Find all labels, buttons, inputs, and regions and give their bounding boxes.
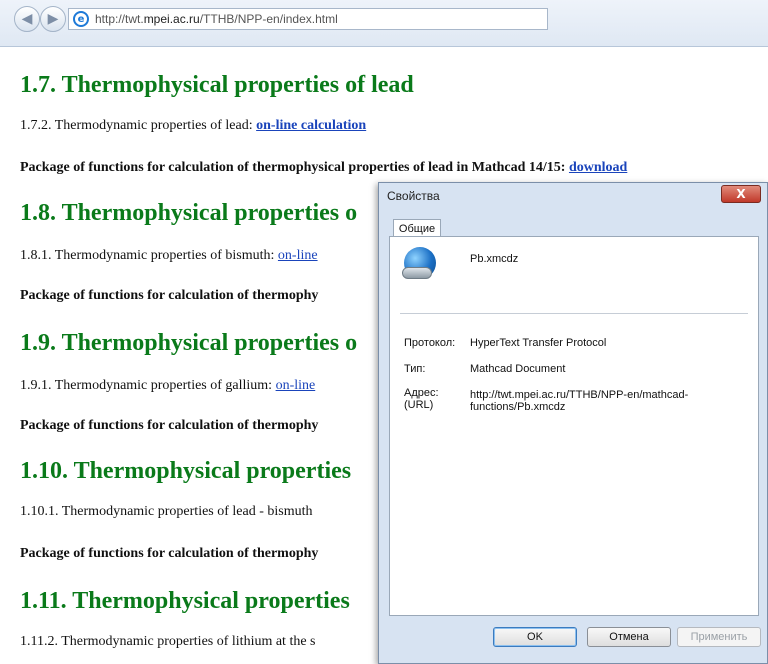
globe-file-icon bbox=[402, 247, 436, 279]
tab-general[interactable]: Общие bbox=[393, 219, 441, 237]
line-1-7-2: 1.7.2. Thermodynamic properties of lead:… bbox=[20, 118, 367, 133]
type-label: Тип: bbox=[404, 363, 426, 375]
line-1-11-2: 1.11.2. Thermodynamic properties of lith… bbox=[20, 634, 316, 649]
protocol-value: HyperText Transfer Protocol bbox=[470, 337, 607, 349]
back-button[interactable]: ◀ bbox=[14, 6, 40, 32]
package-line-1-9: Package of functions for calculation of … bbox=[20, 418, 319, 433]
line-1-8-1: 1.8.1. Thermodynamic properties of bismu… bbox=[20, 248, 318, 263]
arrow-left-icon: ◀ bbox=[21, 11, 33, 27]
address-url: http://twt.mpei.ac.ru/TTHB/NPP-en/index.… bbox=[95, 12, 338, 26]
dialog-title: Свойства bbox=[387, 189, 440, 203]
address-label: Адрес: (URL) bbox=[404, 387, 439, 411]
download-link[interactable]: download bbox=[569, 160, 627, 175]
package-line-1-8: Package of functions for calculation of … bbox=[20, 288, 319, 303]
file-name: Pb.xmcdz bbox=[470, 253, 519, 265]
line-1-10-1: 1.10.1. Thermodynamic properties of lead… bbox=[20, 504, 313, 519]
apply-button[interactable]: Применить bbox=[677, 627, 761, 647]
heading-1-7: 1.7. Thermophysical properties of lead bbox=[20, 72, 414, 98]
line-1-9-1: 1.9.1. Thermodynamic properties of galli… bbox=[20, 378, 316, 393]
heading-1-8: 1.8. Thermophysical properties o bbox=[20, 200, 358, 226]
arrow-right-icon: ▶ bbox=[47, 11, 59, 27]
browser-toolbar: ◀ ▶ e http://twt.mpei.ac.ru/TTHB/NPP-en/… bbox=[0, 0, 768, 47]
internet-explorer-icon: e bbox=[73, 11, 89, 27]
cancel-button[interactable]: Отмена bbox=[587, 627, 671, 647]
divider bbox=[400, 313, 748, 314]
package-line-1-7: Package of functions for calculation of … bbox=[20, 160, 628, 175]
online-calculation-link[interactable]: on-line calculation bbox=[256, 118, 366, 133]
ok-button[interactable]: OK bbox=[493, 627, 577, 647]
package-line-1-10: Package of functions for calculation of … bbox=[20, 546, 319, 561]
heading-1-11: 1.11. Thermophysical properties bbox=[20, 588, 350, 614]
online-link-bismuth[interactable]: on-line bbox=[278, 248, 318, 263]
heading-1-9: 1.9. Thermophysical properties o bbox=[20, 330, 358, 356]
properties-dialog: Свойства X Общие Pb.xmcdz Протокол: Hype… bbox=[378, 182, 768, 664]
type-value: Mathcad Document bbox=[470, 363, 566, 375]
forward-button[interactable]: ▶ bbox=[40, 6, 66, 32]
general-panel: Pb.xmcdz Протокол: HyperText Transfer Pr… bbox=[389, 236, 759, 616]
close-button[interactable]: X bbox=[721, 185, 761, 203]
heading-1-10: 1.10. Thermophysical properties bbox=[20, 458, 352, 484]
address-value: http://twt.mpei.ac.ru/TTHB/NPP-en/mathca… bbox=[470, 389, 689, 413]
address-bar[interactable]: e http://twt.mpei.ac.ru/TTHB/NPP-en/inde… bbox=[68, 8, 548, 30]
online-link-gallium[interactable]: on-line bbox=[276, 378, 316, 393]
protocol-label: Протокол: bbox=[404, 337, 456, 349]
close-icon: X bbox=[736, 187, 746, 201]
